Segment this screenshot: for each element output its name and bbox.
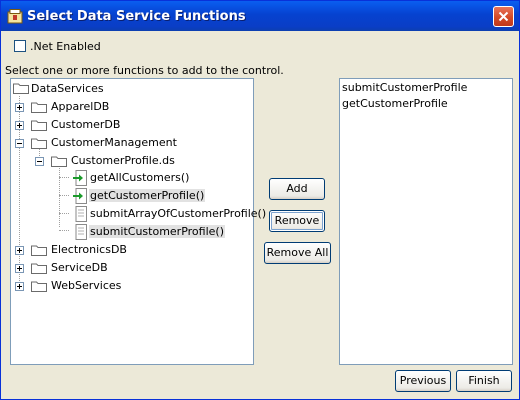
dialog-window: Select Data Service Functions .Net Enabl… — [0, 0, 520, 400]
tree-node-label: DataServices — [31, 82, 104, 95]
function-doc-icon — [75, 224, 87, 240]
app-icon — [7, 9, 23, 24]
list-item[interactable]: submitCustomerProfile — [342, 81, 467, 94]
selected-functions-list[interactable]: submitCustomerProfile getCustomerProfile — [339, 78, 513, 365]
close-button[interactable] — [493, 6, 514, 27]
net-enabled-checkbox[interactable] — [14, 40, 26, 52]
list-item[interactable]: getCustomerProfile — [342, 97, 448, 110]
folder-icon — [31, 102, 47, 113]
previous-button[interactable]: Previous — [395, 370, 451, 392]
expand-icon[interactable] — [15, 103, 24, 112]
folder-icon — [31, 263, 47, 274]
window-title: Select Data Service Functions — [27, 9, 246, 24]
tree-node-label: ApparelDB — [51, 100, 110, 113]
expand-icon[interactable] — [15, 246, 24, 255]
tree-connector — [59, 213, 69, 214]
folder-icon — [31, 281, 47, 292]
function-doc-icon — [75, 206, 87, 222]
title-bar[interactable]: Select Data Service Functions — [1, 1, 519, 31]
finish-button[interactable]: Finish — [456, 370, 512, 392]
tree-node-label: submitArrayOfCustomerProfile() — [90, 207, 267, 220]
tree-node-label: submitCustomerProfile() — [89, 225, 225, 238]
tree-connector — [59, 177, 69, 178]
remove-button[interactable]: Remove — [269, 210, 325, 232]
data-services-tree[interactable]: DataServices ApparelDB CustomerDB Custom… — [10, 78, 266, 365]
add-button[interactable]: Add — [269, 178, 325, 200]
tree-node-label: ServiceDB — [51, 261, 108, 274]
tree-node-label: CustomerManagement — [51, 136, 177, 149]
tree-connector — [59, 195, 69, 196]
instruction-text: Select one or more functions to add to t… — [5, 64, 284, 77]
close-icon — [498, 11, 509, 22]
folder-open-icon — [51, 156, 67, 167]
tree-node-label: CustomerDB — [51, 118, 121, 131]
folder-open-icon — [31, 138, 47, 149]
folder-icon — [31, 245, 47, 256]
expand-icon[interactable] — [15, 121, 24, 130]
tree-connector — [59, 165, 60, 227]
expand-icon[interactable] — [15, 264, 24, 273]
expand-icon[interactable] — [15, 282, 24, 291]
collapse-icon[interactable] — [35, 157, 44, 166]
net-enabled-label: .Net Enabled — [30, 40, 101, 53]
function-arrow-icon — [73, 170, 87, 186]
tree-node-label: ElectronicsDB — [51, 243, 127, 256]
tree-connector — [59, 230, 69, 231]
tree-node-label: getAllCustomers() — [90, 171, 190, 184]
folder-icon — [31, 120, 47, 131]
function-arrow-icon — [73, 188, 87, 204]
collapse-icon[interactable] — [15, 139, 24, 148]
tree-node-label: getCustomerProfile() — [89, 189, 206, 202]
folder-open-icon — [13, 83, 29, 94]
tree-node-label: CustomerProfile.ds — [71, 154, 175, 167]
tree-node-label: WebServices — [51, 279, 122, 292]
remove-all-button[interactable]: Remove All — [264, 242, 331, 264]
